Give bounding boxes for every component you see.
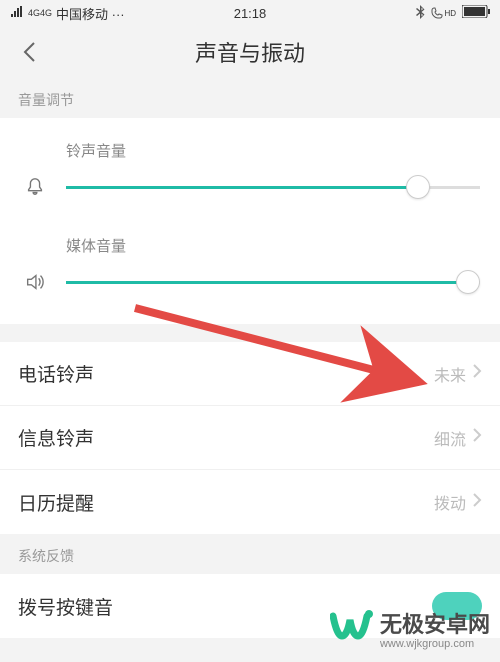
- row-value: 未来: [434, 362, 466, 386]
- watermark-brand: 无极安卓网: [380, 612, 490, 637]
- media-volume-slider[interactable]: [66, 270, 480, 294]
- signal-label: 4G4G: [28, 9, 52, 18]
- chevron-right-icon: [472, 427, 482, 448]
- phone-hd-icon: HD: [431, 7, 456, 19]
- row-value: 细流: [434, 426, 466, 450]
- speaker-icon: [20, 271, 50, 293]
- row-label: 信息铃声: [18, 424, 94, 451]
- ring-volume-block: 铃声音量: [20, 140, 480, 199]
- signal-icon: [10, 6, 24, 21]
- section-header-volume: 音量调节: [0, 78, 500, 118]
- watermark: 无极安卓网 www.wjkgroup.com: [330, 607, 490, 650]
- row-label: 日历提醒: [18, 489, 94, 516]
- bluetooth-icon: [415, 5, 425, 22]
- page-title: 声音与振动: [195, 36, 305, 68]
- ring-volume-label: 铃声音量: [66, 140, 480, 161]
- watermark-url: www.wjkgroup.com: [380, 639, 490, 650]
- chevron-right-icon: [472, 492, 482, 513]
- back-button[interactable]: [14, 37, 44, 67]
- section-header-system-feedback: 系统反馈: [0, 534, 500, 574]
- clock: 21:18: [234, 6, 267, 21]
- watermark-logo-icon: [330, 608, 374, 649]
- row-label: 电话铃声: [18, 360, 94, 387]
- media-volume-label: 媒体音量: [66, 235, 480, 256]
- carrier-label: 中国移动 ···: [56, 4, 125, 23]
- row-value: 拨动: [434, 490, 466, 514]
- row-message-ringtone[interactable]: 信息铃声 细流: [0, 406, 500, 470]
- ringtone-list: 电话铃声 未来 信息铃声 细流 日历提醒 拨动: [0, 342, 500, 534]
- row-calendar-alert[interactable]: 日历提醒 拨动: [0, 470, 500, 534]
- sliders-panel: 铃声音量 媒体音量: [0, 118, 500, 324]
- media-volume-block: 媒体音量: [20, 235, 480, 294]
- status-left: 4G4G 中国移动 ···: [10, 4, 125, 23]
- chevron-right-icon: [472, 363, 482, 384]
- row-phone-ringtone[interactable]: 电话铃声 未来: [0, 342, 500, 406]
- status-bar: 4G4G 中国移动 ··· 21:18 HD: [0, 0, 500, 26]
- row-label: 拨号按键音: [18, 593, 113, 620]
- status-right: HD: [415, 5, 490, 22]
- bell-icon: [20, 176, 50, 198]
- ring-volume-slider[interactable]: [66, 175, 480, 199]
- battery-icon: [462, 5, 490, 21]
- nav-bar: 声音与振动: [0, 26, 500, 78]
